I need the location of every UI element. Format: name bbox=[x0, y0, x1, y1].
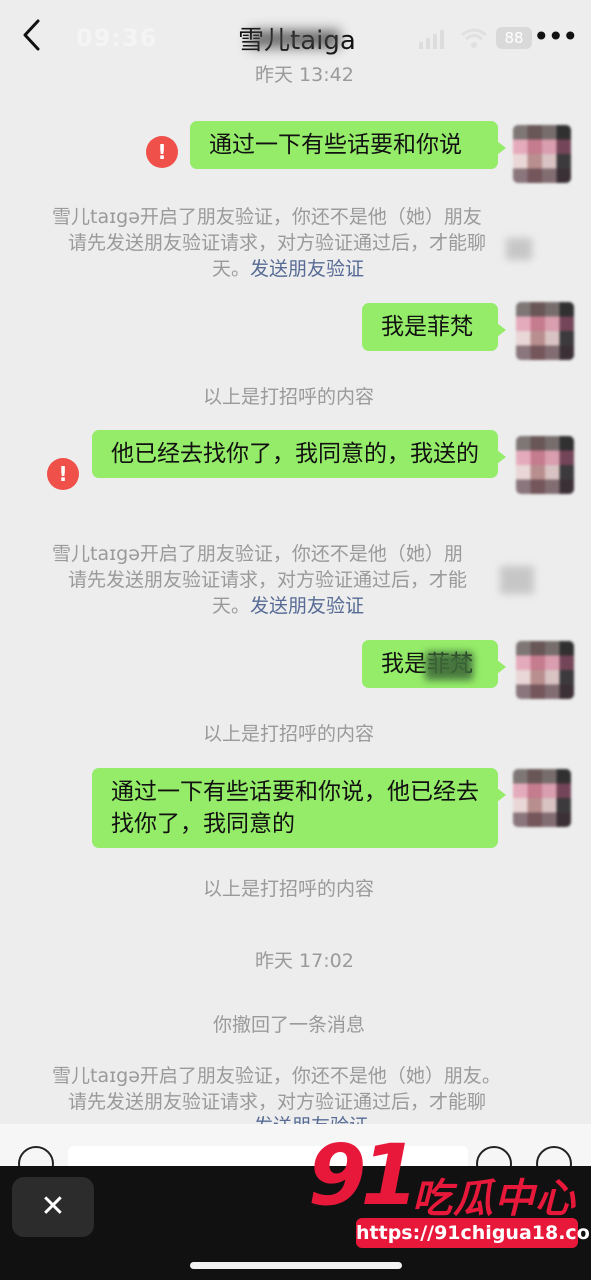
system-notice-line: 请先发送朋友验证请求，对方验证通过后，才能聊 bbox=[68, 232, 487, 254]
text-mosaic bbox=[506, 238, 532, 260]
message-bubble[interactable]: 他已经去找你了，我同意的，我送的 bbox=[92, 430, 506, 478]
input-bar bbox=[0, 1124, 591, 1182]
watermark-url: https://91chigua18.com bbox=[356, 1218, 591, 1248]
wifi-icon bbox=[461, 28, 487, 48]
avatar[interactable] bbox=[513, 125, 571, 183]
text-mosaic bbox=[500, 566, 534, 594]
battery-indicator: 88 bbox=[496, 27, 532, 49]
close-icon[interactable]: ✕ bbox=[12, 1177, 94, 1237]
send-verification-link[interactable]: 发送朋友验证 bbox=[250, 258, 364, 280]
avatar[interactable] bbox=[513, 769, 571, 827]
greeting-hint: 以上是打招呼的内容 bbox=[203, 878, 375, 900]
system-notice-line: 请先发送朋友验证请求，对方验证通过后，才能聊 bbox=[68, 1091, 487, 1113]
watermark-number: 91 bbox=[308, 1126, 419, 1224]
home-indicator[interactable] bbox=[190, 1262, 402, 1269]
recall-notice: 你撤回了一条消息 bbox=[213, 1014, 366, 1036]
avatar[interactable] bbox=[516, 641, 574, 699]
send-verification-link[interactable]: 发送朋友验证 bbox=[250, 595, 364, 617]
system-notice-line: 雪儿taɪgə开启了朋友验证，你还不是他（她）朋友 bbox=[52, 206, 482, 228]
system-notice-line: 雪儿taɪgə开启了朋友验证，你还不是他（她）朋友。 bbox=[52, 1065, 501, 1087]
status-time: 09:36 bbox=[76, 24, 158, 52]
message-bubble[interactable]: 通过一下有些话要和你说 bbox=[190, 121, 506, 169]
timestamp: 昨天 17:02 bbox=[255, 950, 354, 972]
greeting-hint: 以上是打招呼的内容 bbox=[203, 723, 375, 745]
more-icon[interactable]: ••• bbox=[533, 20, 579, 53]
avatar[interactable] bbox=[516, 436, 574, 494]
error-icon[interactable]: ! bbox=[146, 136, 178, 168]
greeting-hint: 以上是打招呼的内容 bbox=[203, 386, 375, 408]
title-mosaic bbox=[250, 30, 340, 48]
system-notice-line: 天。发送朋友验证 bbox=[212, 595, 365, 617]
watermark-name: 吃瓜中心 bbox=[412, 1176, 576, 1222]
text-mosaic bbox=[425, 652, 473, 680]
message-bubble[interactable]: 我是菲梵 bbox=[362, 303, 506, 351]
back-icon[interactable] bbox=[20, 18, 46, 52]
avatar[interactable] bbox=[516, 302, 574, 360]
system-notice-line: 雪儿taɪgə开启了朋友验证，你还不是他（她）朋 bbox=[52, 543, 463, 565]
timestamp: 昨天 13:42 bbox=[255, 64, 354, 86]
system-notice-line: 请先发送朋友验证请求，对方验证通过后，才能 bbox=[68, 569, 468, 591]
system-notice-line: 天。发送朋友验证 bbox=[212, 258, 365, 280]
signal-icon bbox=[419, 30, 444, 49]
message-bubble[interactable]: 通过一下有些话要和你说，他已经去找你了，我同意的 bbox=[92, 768, 506, 848]
error-icon[interactable]: ! bbox=[47, 458, 79, 490]
